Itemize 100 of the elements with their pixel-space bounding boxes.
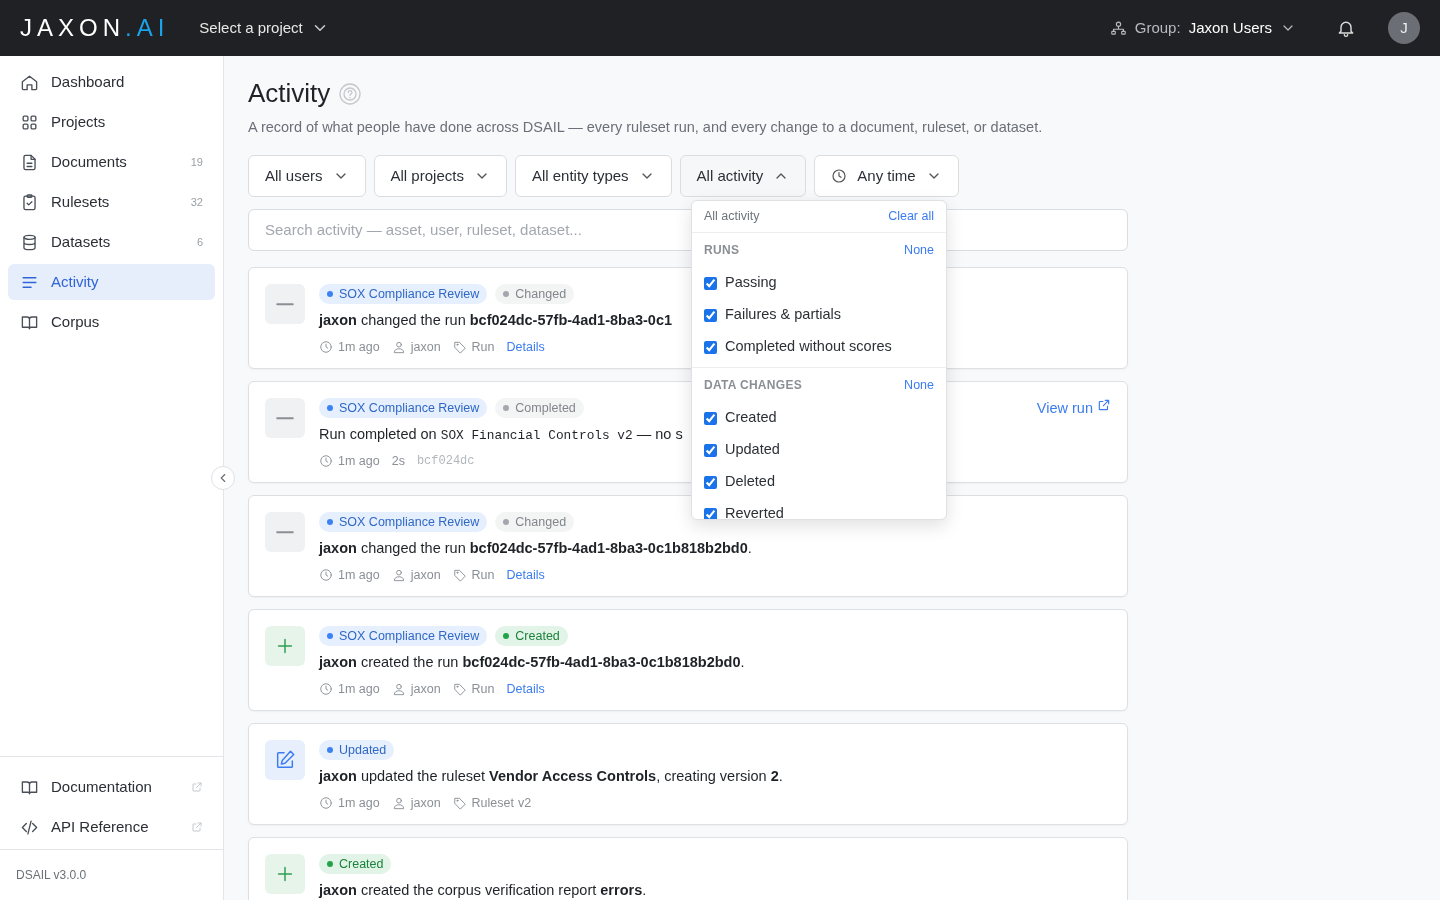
option-label[interactable]: Created [725, 407, 777, 429]
checkbox[interactable] [704, 507, 717, 519]
timestamp: 1m ago [338, 794, 380, 812]
details-link[interactable]: Details [506, 679, 545, 699]
user-name: jaxon [410, 338, 441, 356]
minus-icon [276, 301, 294, 307]
group-icon [1109, 19, 1127, 37]
tag-icon [452, 340, 467, 355]
duration: 2s [391, 452, 405, 470]
option-label[interactable]: Updated [725, 439, 780, 461]
run-hash: bcf024dc [416, 453, 475, 471]
activity-message: jaxon created the run bcf024dc-57fb-4ad1-8ba3-0c1b818b2bd0. [319, 652, 745, 672]
sidebar-item[interactable]: Projects [8, 104, 215, 140]
option-label[interactable]: Failures & partials [725, 304, 842, 326]
filter-dropdown[interactable]: All activity [679, 154, 807, 197]
activity-message: jaxon created the corpus verification report errors. [319, 880, 647, 900]
entity-type: Ruleset [471, 794, 514, 812]
sidebar-link[interactable]: Documentation [8, 769, 215, 805]
timestamp: 1m ago [338, 566, 380, 584]
activity-message: jaxon changed the run bcf024dc-57fb-4ad1-8ba3-0c1 [319, 310, 673, 330]
checkbox[interactable] [704, 340, 717, 354]
none-link[interactable]: None [904, 375, 934, 395]
sidebar-item[interactable]: Corpus [8, 304, 215, 340]
menu-title: All activity [704, 208, 760, 226]
collapse-button[interactable] [211, 466, 235, 490]
clock-icon [319, 568, 333, 583]
tag: SOX Compliance Review [319, 283, 488, 304]
project-selector[interactable]: Select a project [193, 15, 335, 41]
filter-dropdown[interactable]: All entity types [514, 154, 672, 197]
view-run-link[interactable]: View run [1036, 397, 1111, 420]
external-link-icon [1097, 397, 1111, 412]
timestamp: 1m ago [338, 680, 380, 698]
section-heading: DATA CHANGES [704, 377, 803, 394]
details-link[interactable]: Details [506, 565, 545, 585]
tag: SOX Compliance Review [319, 511, 488, 532]
group-selector[interactable]: Group: Jaxon Users [1134, 16, 1296, 40]
tag: Updated [319, 739, 395, 760]
activity-message: Run completed on SOX Financial Controls v2 — no s [319, 424, 683, 445]
checkbox[interactable] [704, 308, 717, 322]
user-icon [391, 340, 406, 355]
minus-icon [276, 529, 294, 535]
page-subtitle: A record of what people have done across DSAIL — every ruleset run, and every change to a document, ruleset, or dataset. [248, 118, 1044, 138]
sidebar-item[interactable]: Datasets 6 [8, 224, 215, 260]
document-icon [20, 152, 39, 172]
page-title: Activity [248, 78, 331, 110]
sidebar-item[interactable]: Dashboard [8, 64, 215, 100]
tag: Completed [495, 397, 584, 418]
version-label: v2 [518, 794, 532, 812]
tag: SOX Compliance Review [319, 625, 488, 646]
clipboard-check-icon [20, 192, 39, 212]
grid-icon [20, 112, 39, 132]
clock-icon [831, 167, 848, 184]
activity-message: jaxon changed the run bcf024dc-57fb-4ad1-8ba3-0c1b818b2bd0. [319, 538, 752, 558]
minus-icon [276, 415, 294, 421]
tag: Created [319, 853, 392, 874]
option-label[interactable]: Deleted [725, 471, 775, 493]
checkbox[interactable] [704, 411, 717, 425]
home-icon [20, 72, 39, 92]
entity-type: Run [471, 680, 495, 698]
external-link-icon [191, 781, 203, 793]
user-icon [391, 796, 406, 811]
timestamp: 1m ago [338, 338, 380, 356]
tag: Changed [495, 511, 575, 532]
option-label[interactable]: Reverted [725, 503, 784, 519]
tag: SOX Compliance Review [319, 397, 488, 418]
entity-type: Run [471, 338, 495, 356]
user-icon [391, 682, 406, 697]
option-label[interactable]: Passing [725, 272, 777, 294]
clock-icon [319, 340, 333, 355]
timestamp: 1m ago [338, 452, 380, 470]
clock-icon [319, 682, 333, 697]
clear-all-link[interactable]: Clear all [888, 207, 934, 226]
activity-message: jaxon updated the ruleset Vendor Access Controls, creating version 2. [319, 766, 783, 786]
sidebar-item[interactable]: Documents 19 [8, 144, 215, 180]
sidebar-link[interactable]: API Reference [8, 809, 215, 845]
filter-dropdown[interactable]: All users [248, 154, 366, 197]
filter-dropdown[interactable]: Any time [814, 154, 959, 197]
sidebar-item[interactable]: Rulesets 32 [8, 184, 215, 220]
checkbox[interactable] [704, 475, 717, 489]
details-link[interactable]: Details [506, 337, 545, 357]
tag-icon [452, 568, 467, 583]
external-link-icon [191, 821, 203, 833]
tag-icon [452, 682, 467, 697]
logo[interactable]: JAXON.AI [20, 10, 170, 46]
clock-icon [319, 796, 333, 811]
checkbox[interactable] [704, 443, 717, 457]
user-icon [391, 568, 406, 583]
sidebar-item[interactable]: Activity [8, 264, 215, 300]
clock-icon [319, 454, 333, 469]
filter-dropdown[interactable]: All projects [373, 154, 507, 197]
entity-type: Run [471, 566, 495, 584]
edit-icon [274, 748, 296, 771]
user-name: jaxon [410, 680, 441, 698]
avatar[interactable]: J [1388, 12, 1420, 44]
database-icon [20, 232, 39, 252]
user-name: jaxon [410, 794, 441, 812]
tag-icon [452, 796, 467, 811]
option-label[interactable]: Completed without scores [725, 336, 892, 358]
user-name: jaxon [410, 566, 441, 584]
checkbox[interactable] [704, 276, 717, 290]
